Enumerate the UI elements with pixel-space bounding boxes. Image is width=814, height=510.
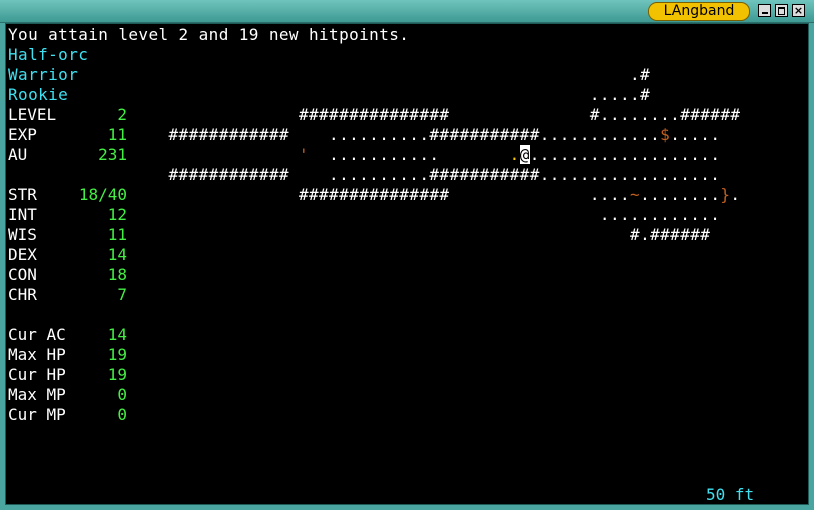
- treasure-glyph: $: [660, 125, 671, 144]
- maximize-button[interactable]: [775, 4, 788, 17]
- stat-value: 14: [107, 245, 127, 264]
- stat-label: Max HP: [8, 345, 66, 364]
- window-frame: LAngband × You attain level 2 and 19 new…: [0, 0, 814, 510]
- map-tiles: #.######: [8, 225, 711, 244]
- map-row: .#: [8, 65, 650, 85]
- map-tiles: .#: [8, 65, 651, 84]
- stat-label: Max MP: [8, 385, 66, 404]
- stat-value: 0: [117, 385, 127, 404]
- map-row: #.######: [8, 225, 710, 245]
- map-row: ############### ....~........}.: [8, 185, 740, 205]
- map-tiles: ############ ..........###########......…: [8, 125, 661, 144]
- map-row: ############### #........######: [8, 105, 740, 125]
- launcher-glyph: }: [720, 185, 731, 204]
- map-row: ............: [8, 205, 720, 225]
- window-title: LAngband: [648, 2, 750, 21]
- message-line: You attain level 2 and 19 new hitpoints.: [8, 25, 410, 44]
- map-row: ' ........... .@...................: [8, 145, 720, 165]
- character-race: Half-orc: [8, 45, 89, 64]
- stat-value: 19: [107, 365, 127, 384]
- map-row: .....#: [8, 85, 650, 105]
- map-tiles: .....: [670, 125, 721, 144]
- minimize-button[interactable]: [758, 4, 771, 17]
- map-tiles: ############ ..........###########......…: [8, 165, 721, 184]
- close-button[interactable]: ×: [792, 4, 805, 17]
- map-tiles: ...........: [309, 145, 510, 164]
- minimize-icon: [762, 12, 768, 14]
- map-tiles: [8, 145, 299, 164]
- maximize-icon: [778, 7, 785, 15]
- stat-value: 7: [117, 285, 127, 304]
- stat-label: Cur AC: [8, 325, 66, 344]
- map-tiles: ...................: [529, 145, 721, 164]
- map-row: ############ ..........###########......…: [8, 165, 720, 185]
- map-tiles: .....#: [8, 85, 651, 104]
- stat-label: DEX: [8, 245, 37, 264]
- open-door-glyph: ': [298, 145, 309, 164]
- stat-label: Cur HP: [8, 365, 66, 384]
- game-terminal[interactable]: You attain level 2 and 19 new hitpoints.…: [5, 23, 809, 505]
- map-row: ############ ..........###########......…: [8, 125, 720, 145]
- stat-label: CON: [8, 265, 37, 284]
- map-tiles: ############### ....: [8, 185, 631, 204]
- map-tiles: ............: [8, 205, 721, 224]
- stat-label: CHR: [8, 285, 37, 304]
- stat-value: 14: [107, 325, 127, 344]
- stat-value: 19: [107, 345, 127, 364]
- stat-value: 0: [117, 405, 127, 424]
- close-icon: ×: [793, 4, 804, 17]
- map-tiles: .: [730, 185, 741, 204]
- map-tiles: .: [509, 145, 520, 164]
- stat-label: Cur MP: [8, 405, 66, 424]
- map-tiles: ############### #........######: [8, 105, 741, 124]
- stat-value: 18: [107, 265, 127, 284]
- title-bar[interactable]: LAngband ×: [0, 0, 814, 23]
- light-source-glyph: ~: [630, 185, 641, 204]
- map-tiles: ........: [640, 185, 721, 204]
- depth-indicator: 50 ft: [706, 485, 755, 504]
- player-glyph: @: [519, 145, 530, 164]
